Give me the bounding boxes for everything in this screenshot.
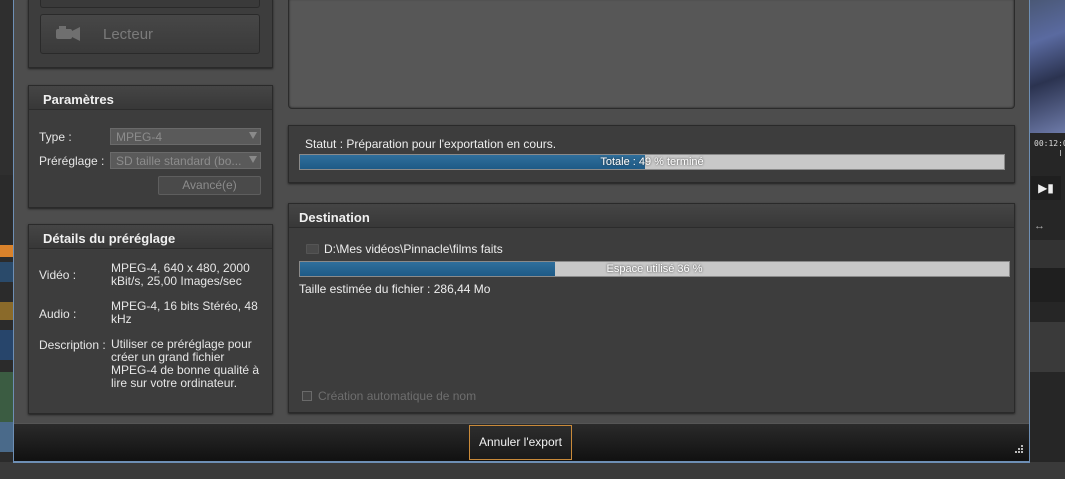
chevron-down-icon: [249, 156, 257, 163]
lecteur-button[interactable]: Lecteur: [40, 14, 260, 54]
track-band: [1030, 322, 1065, 372]
audio-label: Audio :: [39, 307, 77, 321]
destination-path: D:\Mes vidéos\Pinnacle\films faits: [324, 242, 503, 256]
timeline-tick: [1060, 150, 1061, 156]
background-app-left: [0, 0, 13, 479]
export-dialog: Lecteur Paramètres Type : MPEG-4 Prérégl…: [13, 0, 1030, 463]
type-select[interactable]: MPEG-4: [110, 128, 261, 145]
disk-space-bar: Espace utilisé 36 %: [299, 261, 1010, 277]
skip-next-button[interactable]: ▶▮: [1031, 176, 1061, 200]
dialog-footer: Annuler l'export: [14, 423, 1029, 461]
auto-name-checkbox[interactable]: [302, 391, 312, 401]
audio-value: MPEG-4, 16 bits Stéréo, 48 kHz: [111, 299, 258, 326]
preview-thumbnail: [1030, 0, 1065, 133]
export-preview-area: [288, 0, 1015, 109]
preset-details-title: Détails du préréglage: [29, 225, 272, 249]
type-label: Type :: [39, 130, 72, 144]
video-value: MPEG-4, 640 x 480, 2000 kBit/s, 25,00 Im…: [111, 261, 250, 288]
arrow-icon: ↔: [1034, 220, 1045, 232]
total-progress-bar: Totale : 49 % terminé: [299, 154, 1005, 170]
parameters-title: Paramètres: [29, 86, 272, 110]
estimated-file-size: Taille estimée du fichier : 286,44 Mo: [299, 282, 491, 296]
status-panel: Statut : Préparation pour l'exportation …: [288, 125, 1015, 183]
folder-icon[interactable]: [306, 244, 319, 254]
status-text: Statut : Préparation pour l'exportation …: [305, 137, 557, 151]
preset-label: Préréglage :: [39, 154, 105, 168]
cancel-export-button[interactable]: Annuler l'export: [469, 425, 572, 460]
description-value: Utiliser ce préréglage pour créer un gra…: [111, 337, 260, 390]
background-app-right: 00:12:0 ▶▮ ↔: [1030, 0, 1065, 479]
auto-name-label: Création automatique de nom: [318, 389, 477, 403]
description-label: Description :: [39, 338, 106, 352]
camcorder-icon: [56, 26, 80, 41]
disk-space-label: Espace utilisé 36 %: [606, 263, 703, 275]
destination-panel: Destination D:\Mes vidéos\Pinnacle\films…: [288, 203, 1015, 413]
output-type-panel: Lecteur: [28, 0, 273, 68]
timecode-readout: 00:12:0: [1034, 139, 1065, 148]
lecteur-button-label: Lecteur: [103, 26, 154, 43]
track-band: [1030, 268, 1065, 302]
track-band: [1030, 240, 1065, 268]
advanced-button[interactable]: Avancé(e): [158, 176, 261, 195]
output-button-partial[interactable]: [40, 0, 260, 8]
video-label: Vidéo :: [39, 268, 77, 282]
preset-select-value: SD taille standard (bo...: [116, 154, 242, 168]
chevron-down-icon: [249, 132, 257, 139]
preset-details-panel: Détails du préréglage Vidéo : MPEG-4, 64…: [28, 224, 273, 414]
parameters-panel: Paramètres Type : MPEG-4 Préréglage : SD…: [28, 85, 273, 208]
preset-select[interactable]: SD taille standard (bo...: [110, 152, 261, 169]
type-select-value: MPEG-4: [116, 130, 163, 144]
background-app-bottom: [0, 462, 1065, 479]
total-progress-label: Totale : 49 % terminé: [600, 156, 704, 168]
resize-grip-icon[interactable]: [1013, 445, 1023, 455]
destination-title: Destination: [289, 204, 1014, 228]
